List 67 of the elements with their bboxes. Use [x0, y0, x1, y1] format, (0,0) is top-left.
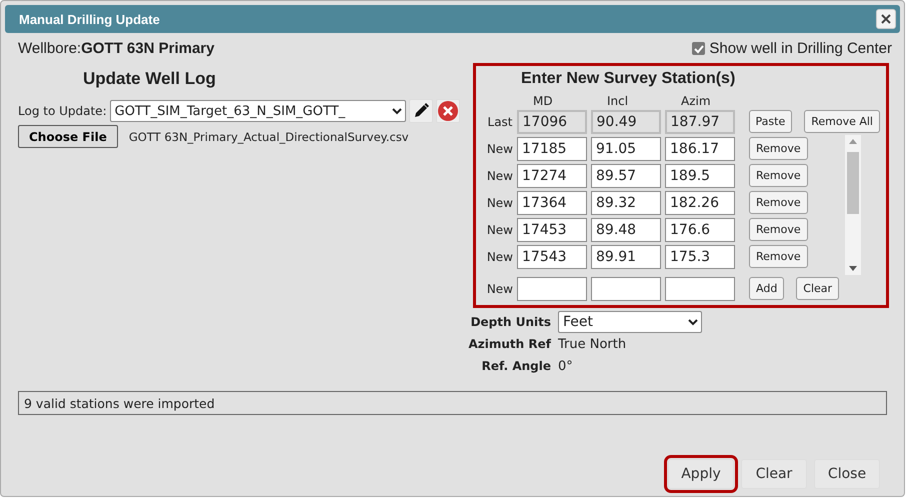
input-field[interactable]	[665, 276, 735, 300]
paste-button[interactable]: Paste	[748, 110, 792, 133]
section-title: Update Well Log	[83, 69, 217, 89]
log-dropdown[interactable]: GOTT_SIM_Target_63_N_SIM_GOTT_	[110, 100, 406, 122]
dialog-button[interactable]: Close	[814, 459, 880, 489]
clear-button[interactable]: Clear	[796, 277, 840, 300]
remove-all-button[interactable]: Remove All	[804, 110, 880, 133]
input-field[interactable]	[591, 276, 661, 300]
input-field[interactable]: 175.3	[665, 244, 735, 268]
scrollbar[interactable]	[845, 135, 861, 275]
file-name: GOTT 63N_Primary_Actual_DirectionalSurvey.csv	[128, 130, 409, 144]
input-field[interactable]: 89.91	[591, 244, 661, 268]
input-field[interactable]: 186.17	[665, 136, 735, 160]
input-field[interactable]: 189.5	[665, 164, 735, 188]
input-field[interactable]: 17096	[516, 110, 587, 134]
setting-label: Azimuth Ref	[468, 337, 551, 351]
input-field[interactable]: 91.05	[591, 136, 661, 160]
row-label: New	[486, 282, 513, 296]
close-button[interactable]	[876, 9, 896, 29]
row-label: New	[486, 142, 513, 156]
add-button[interactable]: Add	[749, 277, 784, 300]
row-label: New	[486, 168, 513, 182]
remove-button[interactable]: Remove	[749, 245, 808, 268]
remove-button[interactable]: Remove	[749, 191, 808, 214]
scroll-up-arrow-icon[interactable]	[849, 139, 857, 144]
close-icon	[881, 14, 891, 24]
input-field[interactable]: 17364	[517, 190, 587, 214]
checkbox-label: Show well in Drilling Center	[709, 40, 892, 57]
column-header: Azim	[681, 94, 712, 108]
remove-button[interactable]: Remove	[749, 218, 808, 241]
input-field[interactable]: 89.32	[591, 190, 661, 214]
window-title: Manual Drilling Update	[19, 12, 160, 26]
status-message: 9 valid stations were imported	[18, 391, 887, 415]
input-field[interactable]: 176.6	[665, 218, 735, 242]
input-field[interactable]: 89.57	[591, 164, 661, 188]
setting-label: Ref. Angle	[480, 359, 551, 373]
close-icon	[438, 101, 458, 121]
choose-file-button[interactable]: Choose File	[18, 125, 118, 148]
wellbore-label: Wellbore:GOTT 63N Primary	[18, 40, 214, 57]
units-dropdown[interactable]: Feet	[558, 311, 702, 333]
row-label: Last	[486, 114, 513, 128]
remove-button[interactable]: Remove	[749, 137, 808, 160]
input-field[interactable]: 182.26	[665, 190, 735, 214]
input-field[interactable]: 17185	[517, 136, 587, 160]
input-field[interactable]: 17274	[517, 164, 587, 188]
column-header: MD	[533, 94, 554, 108]
input-field[interactable]: 17453	[517, 218, 587, 242]
row-label: New	[486, 222, 513, 236]
input-field[interactable]: 89.48	[591, 218, 661, 242]
column-header: Incl	[607, 94, 630, 108]
delete-button[interactable]	[436, 99, 460, 123]
dialog-button[interactable]: Clear	[741, 459, 807, 489]
setting-value: 0°	[558, 358, 574, 374]
row-label: New	[486, 196, 513, 210]
setting-value: True North	[558, 336, 628, 352]
row-label: New	[486, 250, 513, 264]
input-field[interactable]	[517, 276, 587, 300]
edit-button[interactable]	[408, 99, 433, 123]
setting-label: Depth Units	[470, 315, 551, 329]
field-label: Log to Update:	[18, 104, 107, 118]
scroll-down-arrow-icon[interactable]	[849, 266, 857, 271]
remove-button[interactable]: Remove	[749, 164, 808, 187]
input-field[interactable]: 17543	[517, 244, 587, 268]
section-title: Enter New Survey Station(s)	[521, 70, 736, 88]
checkbox[interactable]	[692, 42, 706, 55]
input-field[interactable]: 90.49	[590, 110, 661, 134]
input-field[interactable]: 187.97	[664, 110, 735, 134]
